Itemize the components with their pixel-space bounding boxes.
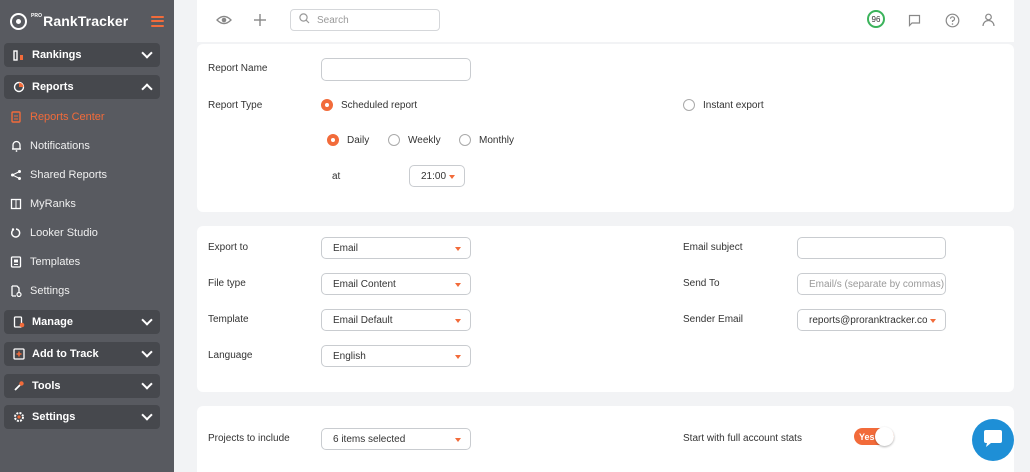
sidebar: PRORankTracker Rankings Reports Reports … <box>0 0 174 472</box>
scheduled-report-radio[interactable]: Scheduled report <box>321 99 417 111</box>
chevron-down-icon <box>141 314 153 326</box>
chevron-down-icon <box>141 47 153 59</box>
sidebar-header: PRORankTracker <box>0 0 174 42</box>
hamburger-menu-icon[interactable] <box>151 15 164 27</box>
top-bar: Search 96 <box>197 0 1014 42</box>
sidebar-group-label: Reports <box>32 81 74 93</box>
full-stats-label: Start with full account stats <box>683 433 802 444</box>
file-type-label: File type <box>208 278 246 289</box>
score-badge[interactable]: 96 <box>867 10 885 28</box>
send-to-label: Send To <box>683 278 720 289</box>
sidebar-group-manage[interactable]: Manage <box>4 310 160 334</box>
chat-icon <box>983 429 1003 451</box>
radio-unselected-icon <box>459 134 471 146</box>
bell-icon <box>10 140 22 152</box>
reports-icon <box>13 81 25 93</box>
sidebar-item-myranks[interactable]: MyRanks <box>10 198 76 210</box>
book-icon <box>10 198 22 210</box>
sidebar-item-looker-studio[interactable]: Looker Studio <box>10 227 98 239</box>
file-type-select[interactable]: Email Content <box>321 273 471 295</box>
projects-select[interactable]: 6 items selected <box>321 428 471 450</box>
user-icon[interactable] <box>979 11 997 29</box>
caret-down-icon <box>455 355 461 359</box>
export-to-label: Export to <box>208 242 249 253</box>
document-icon <box>10 111 22 123</box>
logo-mark-icon <box>10 12 27 30</box>
sidebar-item-shared-reports[interactable]: Shared Reports <box>10 169 107 181</box>
projects-label: Projects to include <box>208 433 290 444</box>
chat-button[interactable] <box>972 419 1014 461</box>
email-subject-label: Email subject <box>683 242 743 253</box>
sidebar-group-reports[interactable]: Reports <box>4 75 160 99</box>
eye-icon[interactable] <box>215 11 233 29</box>
send-to-input[interactable]: Email/s (separate by commas) <box>797 273 946 295</box>
report-name-label: Report Name <box>208 63 268 74</box>
caret-down-icon <box>455 438 461 442</box>
chevron-down-icon <box>141 378 153 390</box>
caret-down-icon <box>930 319 936 323</box>
sidebar-group-settings[interactable]: Settings <box>4 405 160 429</box>
search-icon <box>299 13 310 27</box>
share-icon <box>10 169 22 181</box>
daily-radio[interactable]: Daily <box>327 134 369 146</box>
settings-doc-icon <box>10 285 22 297</box>
export-to-select[interactable]: Email <box>321 237 471 259</box>
settings-group-icon <box>13 411 25 423</box>
chevron-up-icon <box>141 83 153 95</box>
caret-down-icon <box>455 247 461 251</box>
radio-unselected-icon <box>683 99 695 111</box>
help-icon[interactable] <box>943 11 961 29</box>
report-name-input[interactable] <box>321 58 471 81</box>
sidebar-item-notifications[interactable]: Notifications <box>10 140 90 152</box>
chevron-down-icon <box>141 409 153 421</box>
radio-selected-icon <box>327 134 339 146</box>
report-settings-card <box>197 44 1014 212</box>
sender-email-label: Sender Email <box>683 314 744 325</box>
radio-selected-icon <box>321 99 333 111</box>
template-icon <box>10 256 22 268</box>
brand-name: RankTracker <box>43 13 129 29</box>
rankings-icon <box>13 49 25 61</box>
weekly-radio[interactable]: Weekly <box>388 134 441 146</box>
caret-down-icon <box>455 283 461 287</box>
sender-email-select[interactable]: reports@proranktracker.com <box>797 309 946 331</box>
sidebar-group-rankings[interactable]: Rankings <box>4 43 160 67</box>
template-label: Template <box>208 314 249 325</box>
template-select[interactable]: Email Default <box>321 309 471 331</box>
manage-icon <box>13 316 25 328</box>
sidebar-item-reports-center[interactable]: Reports Center <box>10 111 105 123</box>
sidebar-group-tools[interactable]: Tools <box>4 374 160 398</box>
search-placeholder: Search <box>317 14 349 26</box>
caret-down-icon <box>455 319 461 323</box>
plus-icon[interactable] <box>251 11 269 29</box>
email-subject-input[interactable] <box>797 237 946 259</box>
time-select[interactable]: 21:00 <box>409 165 465 187</box>
full-stats-toggle[interactable]: Yes <box>854 427 894 446</box>
monthly-radio[interactable]: Monthly <box>459 134 514 146</box>
toggle-knob <box>875 427 894 446</box>
tools-icon <box>13 380 25 392</box>
sidebar-item-templates[interactable]: Templates <box>10 256 80 268</box>
sidebar-group-label: Rankings <box>32 49 82 61</box>
caret-down-icon <box>449 175 455 179</box>
looker-icon <box>10 227 22 239</box>
instant-export-radio[interactable]: Instant export <box>683 99 764 111</box>
sidebar-item-settings[interactable]: Settings <box>10 285 70 297</box>
search-input[interactable]: Search <box>290 9 440 31</box>
sidebar-group-add-to-track[interactable]: Add to Track <box>4 342 160 366</box>
add-to-track-icon <box>13 348 25 360</box>
report-type-label: Report Type <box>208 100 263 111</box>
brand-logo[interactable]: PRORankTracker <box>10 12 129 30</box>
chevron-down-icon <box>141 346 153 358</box>
radio-unselected-icon <box>388 134 400 146</box>
brand-prefix: PRO <box>31 13 43 19</box>
at-label: at <box>332 171 341 182</box>
language-select[interactable]: English <box>321 345 471 367</box>
feedback-icon[interactable] <box>905 11 923 29</box>
language-label: Language <box>208 350 253 361</box>
